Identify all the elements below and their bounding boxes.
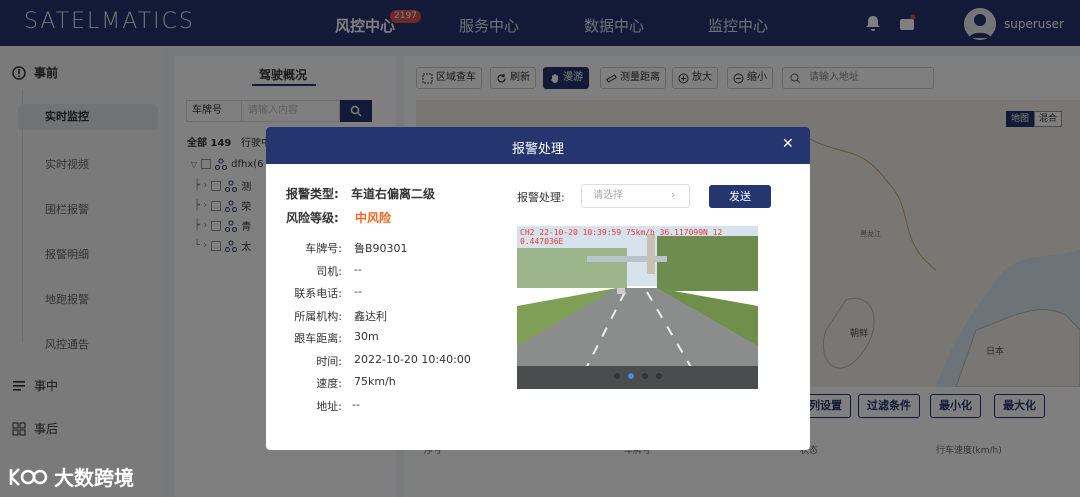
field-driver-value: -- — [354, 263, 362, 276]
risk-level-value: 中风险 — [355, 211, 392, 225]
dialog-title: 报警处理 — [511, 142, 564, 157]
chevron-right-icon: › — [671, 188, 676, 201]
carousel-dot[interactable] — [614, 373, 620, 379]
field-phone-value: -- — [354, 285, 362, 298]
field-distance-value: 30m — [354, 330, 379, 343]
field-speed-value: 75km/h — [354, 375, 396, 388]
snapshot-overlay-text-2: 0.447036E — [520, 237, 564, 246]
carousel-dot[interactable] — [656, 373, 662, 379]
snapshot-overlay-text: CH2 22-10-20 10:39:59 75km/h 36.117099N … — [520, 228, 723, 237]
send-button[interactable]: 发送 — [709, 185, 771, 208]
watermark: 大数跨境 — [8, 462, 134, 491]
handle-label: 报警处理: — [517, 191, 565, 204]
field-label: 速度: — [316, 377, 342, 390]
carousel-dot-active[interactable] — [628, 373, 634, 379]
field-org-value: 鑫达利 — [354, 310, 387, 323]
risk-level-label: 风险等级: — [286, 211, 339, 225]
field-label: 车牌号: — [305, 242, 342, 255]
field-label: 联系电话: — [294, 287, 342, 300]
field-label: 地址: — [316, 400, 342, 413]
field-time-value: 2022-10-20 10:40:00 — [354, 353, 471, 366]
watermark-text: 大数跨境 — [54, 466, 134, 490]
alarm-type-label: 报警类型: — [286, 187, 339, 201]
alarm-snapshot[interactable] — [517, 226, 758, 389]
field-label: 司机: — [316, 265, 342, 278]
field-label: 跟车距离: — [294, 332, 342, 345]
field-address-value: -- — [352, 398, 360, 411]
alarm-dialog: 报警处理 ✕ 报警类型: 车道右偏离二级 风险等级: 中风险 车牌号: 鲁B90… — [266, 127, 810, 450]
close-icon[interactable]: ✕ — [782, 136, 794, 152]
watermark-logo-icon — [9, 467, 48, 486]
field-plate-value: 鲁B90301 — [354, 242, 408, 255]
field-label: 时间: — [316, 355, 342, 368]
road-image — [517, 226, 758, 389]
alarm-type-value: 车道右偏离二级 — [351, 187, 436, 201]
carousel-dot[interactable] — [642, 373, 648, 379]
field-label: 所属机构: — [294, 310, 342, 323]
carousel-dots — [614, 373, 662, 379]
